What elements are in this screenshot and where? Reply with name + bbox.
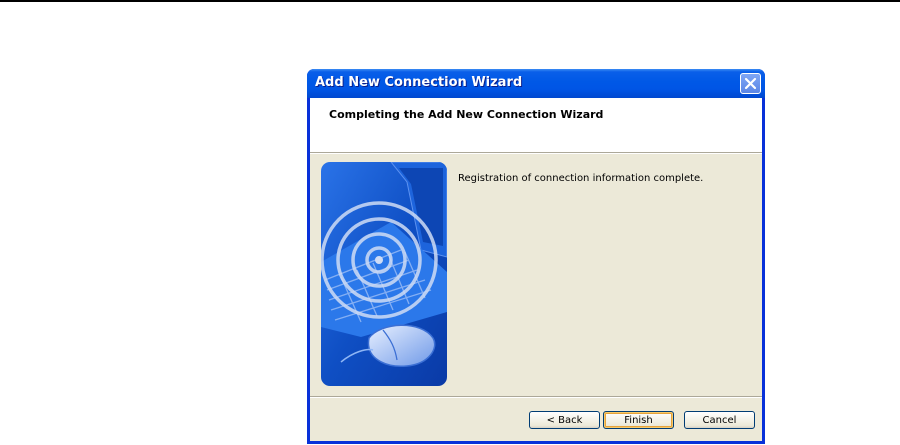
close-icon [744,77,757,90]
cancel-button[interactable]: Cancel [684,411,755,429]
button-separator [310,396,762,398]
wireless-keyboard-mouse-illustration [321,162,447,386]
title-bar[interactable]: Add New Connection Wizard [307,69,765,98]
back-button[interactable]: < Back [529,411,600,429]
wizard-client-area: Completing the Add New Connection Wizard [310,98,762,441]
close-button[interactable] [740,73,761,94]
wizard-illustration [321,162,447,386]
finish-button[interactable]: Finish [603,411,674,429]
window-title: Add New Connection Wizard [315,75,523,90]
wizard-window: Add New Connection Wizard Completing the… [307,69,765,444]
wizard-header: Completing the Add New Connection Wizard [310,98,762,154]
wizard-header-title: Completing the Add New Connection Wizard [329,108,604,121]
completion-message: Registration of connection information c… [458,173,704,184]
page-top-rule [0,0,900,2]
